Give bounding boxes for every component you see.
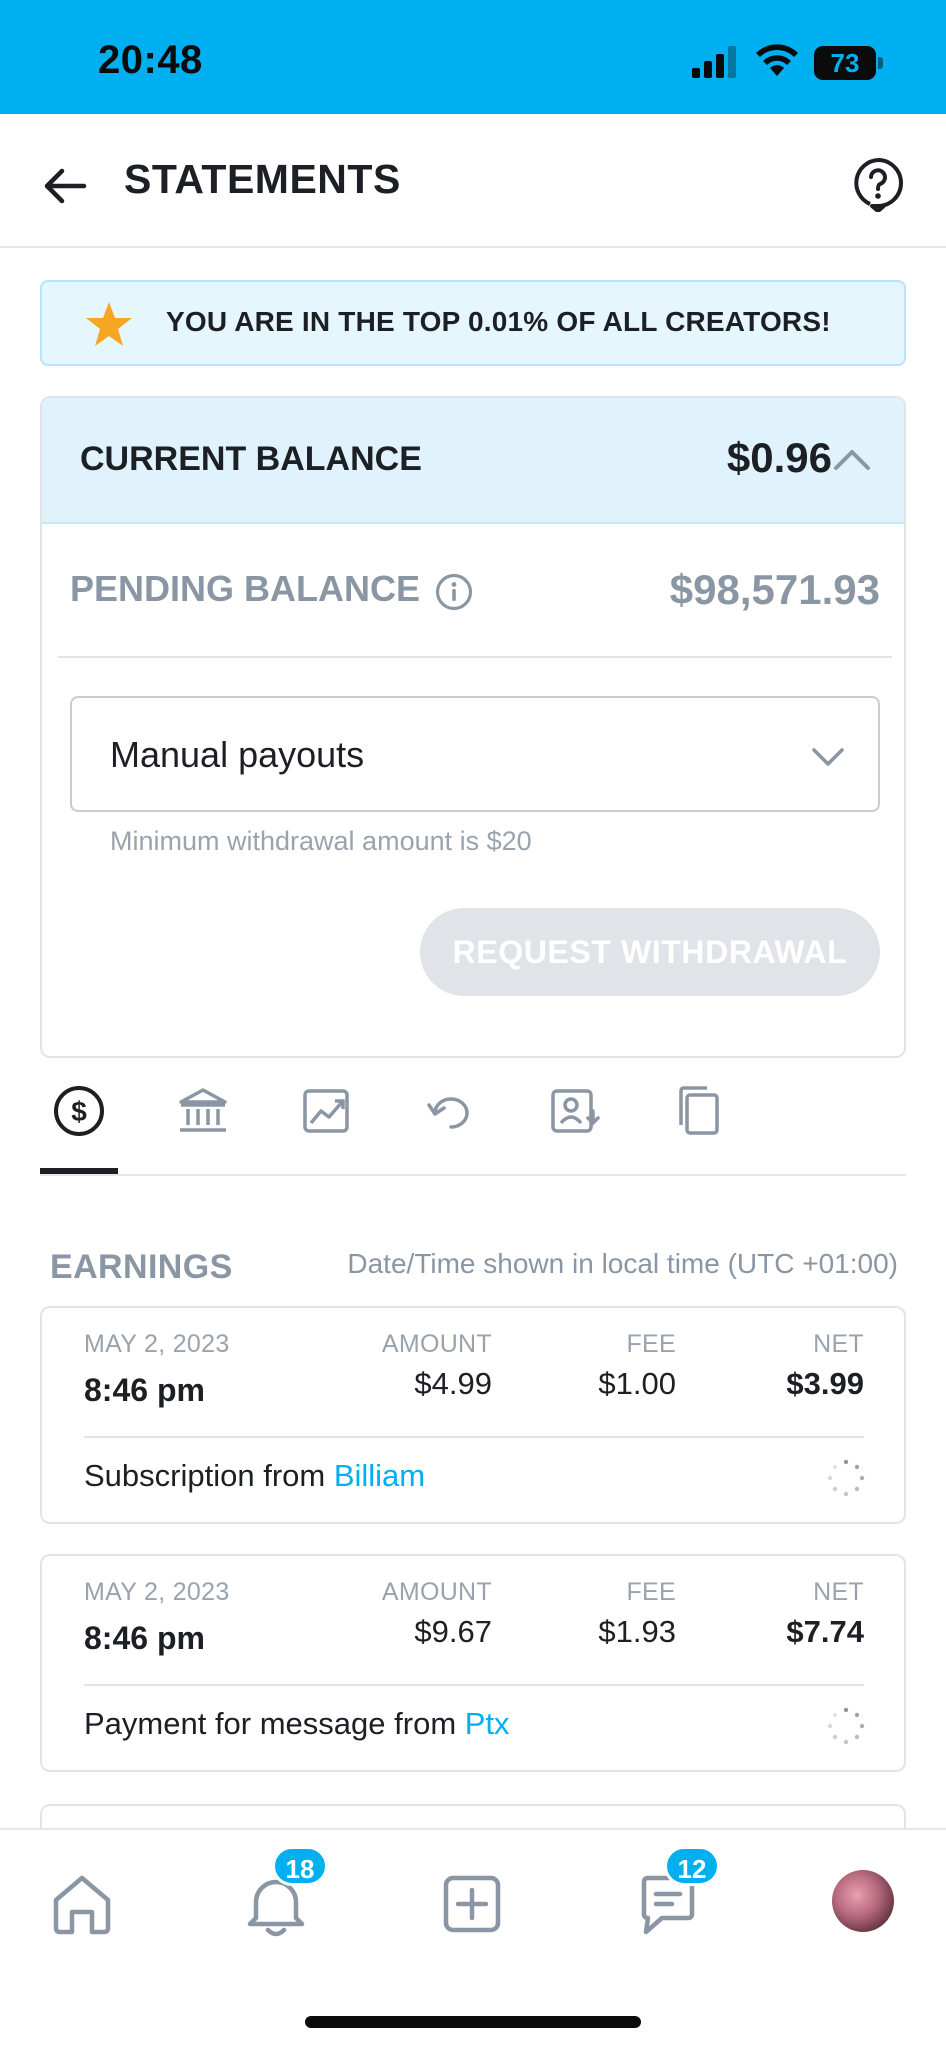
pending-spinner-icon <box>827 1707 865 1745</box>
top-header: STATEMENTS <box>0 114 946 248</box>
user-link[interactable]: Billiam <box>334 1458 425 1493</box>
tab-refunds[interactable] <box>416 1076 486 1146</box>
nav-notifications[interactable]: 18 <box>236 1846 328 1944</box>
transaction-time: 8:46 pm <box>84 1372 205 1408</box>
amount-header: AMOUNT <box>381 1330 492 1358</box>
bank-icon <box>179 1088 227 1132</box>
copy-icon <box>679 1086 719 1135</box>
transaction-date: MAY 2, 2023 <box>84 1330 230 1358</box>
home-icon <box>53 1875 111 1935</box>
current-balance-label: CURRENT BALANCE <box>80 440 422 478</box>
chart-up-icon <box>303 1089 349 1133</box>
request-withdrawal-button[interactable]: REQUEST WITHDRAWAL <box>420 908 880 996</box>
current-balance-header[interactable]: CURRENT BALANCE $0.96 <box>42 398 904 524</box>
amount-value: $9.67 <box>414 1614 492 1649</box>
amount-header: AMOUNT <box>381 1578 492 1606</box>
timezone-note: Date/Time shown in local time (UTC +01:0… <box>347 1248 898 1279</box>
battery-percent: 73 <box>830 48 860 78</box>
minimum-withdrawal-note: Minimum withdrawal amount is $20 <box>110 826 532 856</box>
fee-header: FEE <box>626 1330 676 1358</box>
transaction-card: MAY 2, 2023 8:46 pm AMOUNT $9.67 FEE $1.… <box>40 1554 906 1772</box>
divider <box>58 656 892 658</box>
back-button[interactable] <box>36 156 96 216</box>
contact-download-icon <box>551 1089 600 1133</box>
description-text: Subscription from <box>84 1458 334 1493</box>
info-icon[interactable] <box>434 572 474 612</box>
transaction-time: 8:46 pm <box>84 1620 205 1656</box>
status-bar: 20:48 73 <box>0 0 946 114</box>
net-value: $7.74 <box>786 1614 864 1649</box>
home-indicator <box>305 2016 641 2028</box>
bottom-nav: 18 12 <box>0 1828 946 2048</box>
banner-text: YOU ARE IN THE TOP 0.01% OF ALL CREATORS… <box>166 306 831 337</box>
chevron-down-icon <box>812 748 844 766</box>
dollar-circle-icon: $ <box>54 1086 104 1136</box>
description-text: Payment for message from <box>84 1706 465 1741</box>
amount-value: $4.99 <box>414 1366 492 1401</box>
fee-header: FEE <box>626 1578 676 1606</box>
fee-value: $1.93 <box>598 1614 676 1649</box>
balance-card: CURRENT BALANCE $0.96 PENDING BALANCE $9… <box>40 396 906 1058</box>
battery-icon: 73 <box>814 46 884 80</box>
wifi-icon <box>756 44 798 76</box>
active-tab-indicator <box>40 1168 118 1174</box>
payout-method-select[interactable]: Manual payouts <box>70 696 880 812</box>
nav-create-post[interactable] <box>432 1864 512 1944</box>
nav-home[interactable] <box>42 1864 122 1944</box>
tab-statistics[interactable] <box>292 1076 362 1146</box>
messages-badge: 12 <box>664 1846 720 1886</box>
undo-icon <box>427 1097 469 1129</box>
avatar[interactable] <box>832 1870 894 1932</box>
star-icon <box>86 302 132 346</box>
fee-value: $1.00 <box>598 1366 676 1401</box>
pending-balance-label: PENDING BALANCE <box>70 568 421 609</box>
transaction-description: Payment for message from Ptx <box>84 1706 510 1742</box>
user-link[interactable]: Ptx <box>465 1706 510 1741</box>
chevron-up-icon[interactable] <box>824 434 880 484</box>
pending-balance-value: $98,571.93 <box>669 566 880 613</box>
top-creator-banner: YOU ARE IN THE TOP 0.01% OF ALL CREATORS… <box>40 280 906 366</box>
svg-text:$: $ <box>71 1096 87 1127</box>
notifications-badge: 18 <box>272 1846 328 1886</box>
pending-spinner-icon <box>827 1459 865 1497</box>
help-button[interactable] <box>850 156 906 213</box>
divider <box>84 1436 864 1438</box>
net-value: $3.99 <box>786 1366 864 1401</box>
arrow-left-icon <box>44 168 87 204</box>
statement-tabs: $ <box>40 1064 906 1176</box>
tab-copy[interactable] <box>664 1076 734 1146</box>
transaction-description: Subscription from Billiam <box>84 1458 425 1494</box>
transaction-card: MAY 2, 2023 8:46 pm AMOUNT $4.99 FEE $1.… <box>40 1306 906 1524</box>
net-header: NET <box>813 1578 864 1606</box>
current-balance-value: $0.96 <box>726 434 832 481</box>
nav-messages[interactable]: 12 <box>628 1846 720 1944</box>
tab-payouts[interactable] <box>168 1076 238 1146</box>
status-time: 20:48 <box>98 38 203 82</box>
net-header: NET <box>813 1330 864 1358</box>
page-title: STATEMENTS <box>124 156 401 202</box>
earnings-title: EARNINGS <box>50 1248 233 1286</box>
divider <box>84 1684 864 1686</box>
question-bubble-icon <box>854 158 903 213</box>
transaction-date: MAY 2, 2023 <box>84 1578 230 1606</box>
plus-square-icon <box>443 1875 501 1933</box>
cellular-signal-icon <box>692 46 736 78</box>
payout-method-value: Manual payouts <box>110 734 365 775</box>
tab-earnings[interactable]: $ <box>44 1076 114 1146</box>
tab-referrals[interactable] <box>540 1076 610 1146</box>
